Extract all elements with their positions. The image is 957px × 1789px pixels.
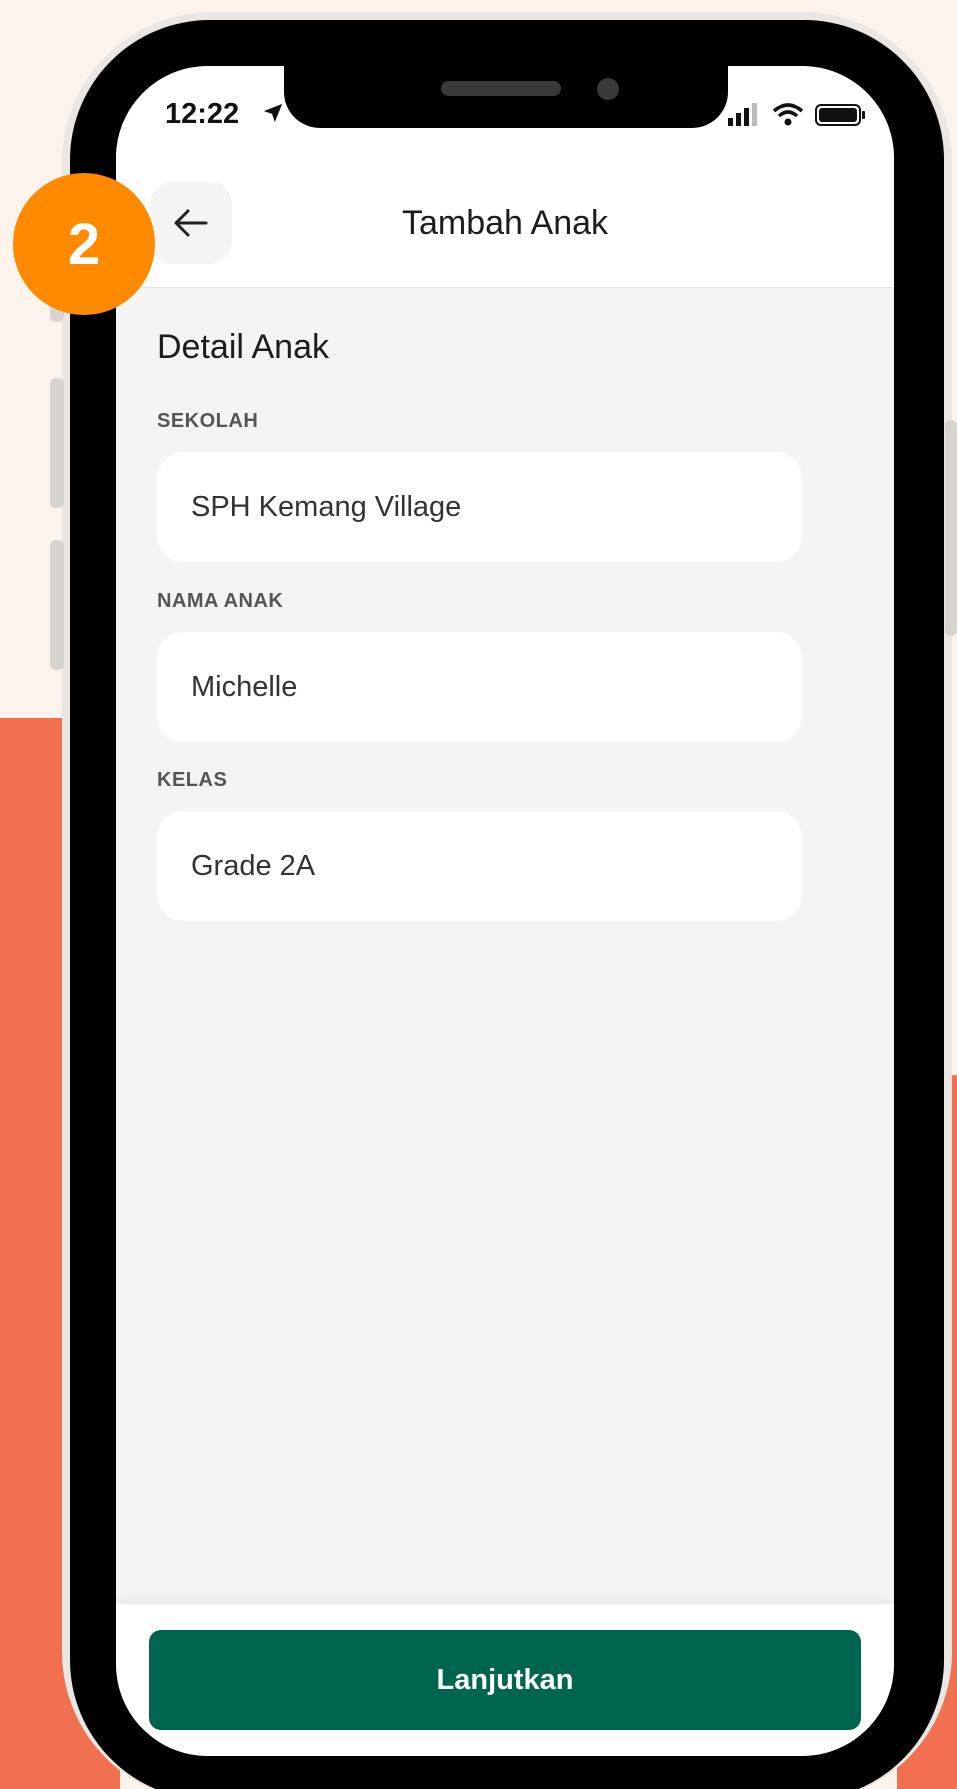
- section-title: Detail Anak: [157, 328, 329, 366]
- step-badge: 2: [13, 173, 155, 315]
- signal-icon: [728, 103, 757, 126]
- continue-button[interactable]: Lanjutkan: [149, 1630, 861, 1730]
- phone-camera: [597, 78, 619, 100]
- field-label-nama-anak: NAMA ANAK: [157, 590, 284, 612]
- phone-power-button: [945, 420, 957, 636]
- field-label-kelas: KELAS: [157, 769, 228, 791]
- phone-notch: [284, 66, 728, 128]
- phone-volume-down: [50, 540, 64, 670]
- app-screen: 12:22 Tambah Anak Detail Anak SEKOLAH SP…: [116, 66, 894, 1756]
- class-field[interactable]: Grade 2A: [157, 811, 802, 921]
- phone-volume-up: [50, 378, 64, 508]
- phone-speaker: [441, 81, 561, 96]
- field-label-sekolah: SEKOLAH: [157, 410, 259, 432]
- location-arrow-icon: [263, 103, 283, 123]
- status-icons: [728, 103, 865, 126]
- wifi-icon: [772, 103, 804, 126]
- battery-icon: [815, 104, 865, 126]
- status-time: 12:22: [165, 98, 240, 130]
- page-title: Tambah Anak: [401, 204, 609, 242]
- school-field[interactable]: SPH Kemang Village: [157, 452, 802, 562]
- child-name-field[interactable]: Michelle: [157, 632, 802, 742]
